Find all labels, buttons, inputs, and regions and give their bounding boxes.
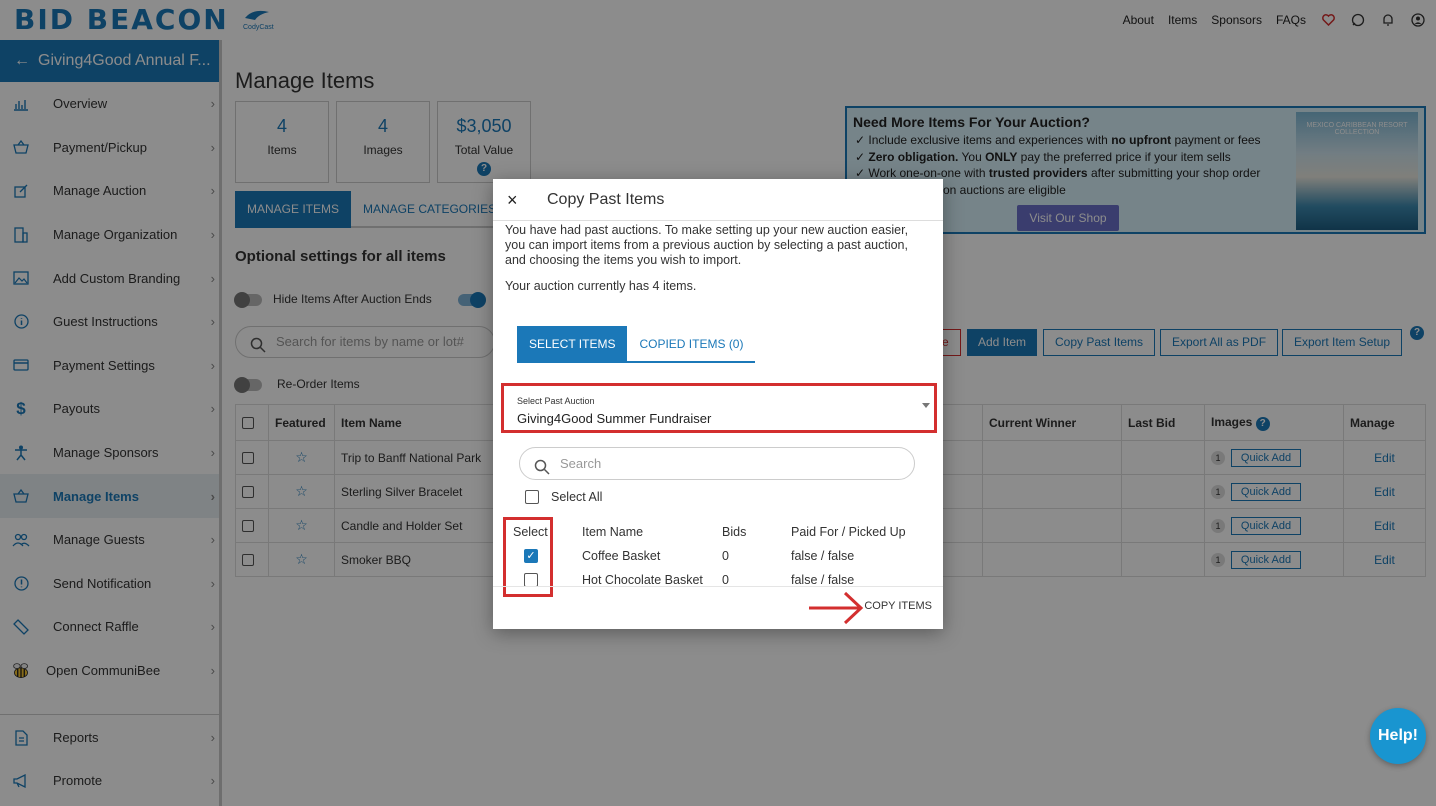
select-all-row[interactable]: Select All [525,490,602,504]
copy-items-button[interactable]: COPY ITEMS [864,600,932,612]
select-past-auction-label: Select Past Auction [517,396,595,406]
help-button[interactable]: Help! [1370,708,1426,764]
col-bids: Bids [722,525,747,539]
select-all-label: Select All [551,490,603,504]
close-icon[interactable]: × [507,190,518,211]
modal-tabs: SELECT ITEMS COPIED ITEMS (0) [517,326,756,363]
select-past-auction-dropdown[interactable]: Select Past Auction Giving4Good Summer F… [501,383,937,433]
select-past-auction-value: Giving4Good Summer Fundraiser [517,411,712,426]
modal-header: × Copy Past Items [493,179,943,221]
modal-item-count: Your auction currently has 4 items. [505,279,697,293]
select-column-highlight [503,517,553,597]
search-placeholder: Search [560,456,602,471]
tab-copied-items[interactable]: COPIED ITEMS (0) [627,326,756,363]
row-item-name: Coffee Basket [582,549,661,563]
modal-title: Copy Past Items [547,191,665,208]
col-paid-picked: Paid For / Picked Up [791,525,906,539]
copy-past-items-modal: × Copy Past Items You have had past auct… [493,179,943,629]
row-item-name: Hot Chocolate Basket [582,573,703,587]
row-bids: 0 [722,549,729,563]
modal-intro: You have had past auctions. To make sett… [505,223,909,267]
col-item-name: Item Name [582,525,644,539]
row-paid: false / false [791,549,855,563]
modal-footer-divider [493,586,943,587]
modal-search-input[interactable]: Search [519,447,915,480]
arrow-annotation-icon [809,591,864,625]
search-icon [534,455,550,486]
select-all-checkbox[interactable] [525,490,539,504]
tab-select-items[interactable]: SELECT ITEMS [517,326,628,363]
row-bids: 0 [722,573,729,587]
row-paid: false / false [791,573,855,587]
chevron-down-icon [922,403,930,408]
